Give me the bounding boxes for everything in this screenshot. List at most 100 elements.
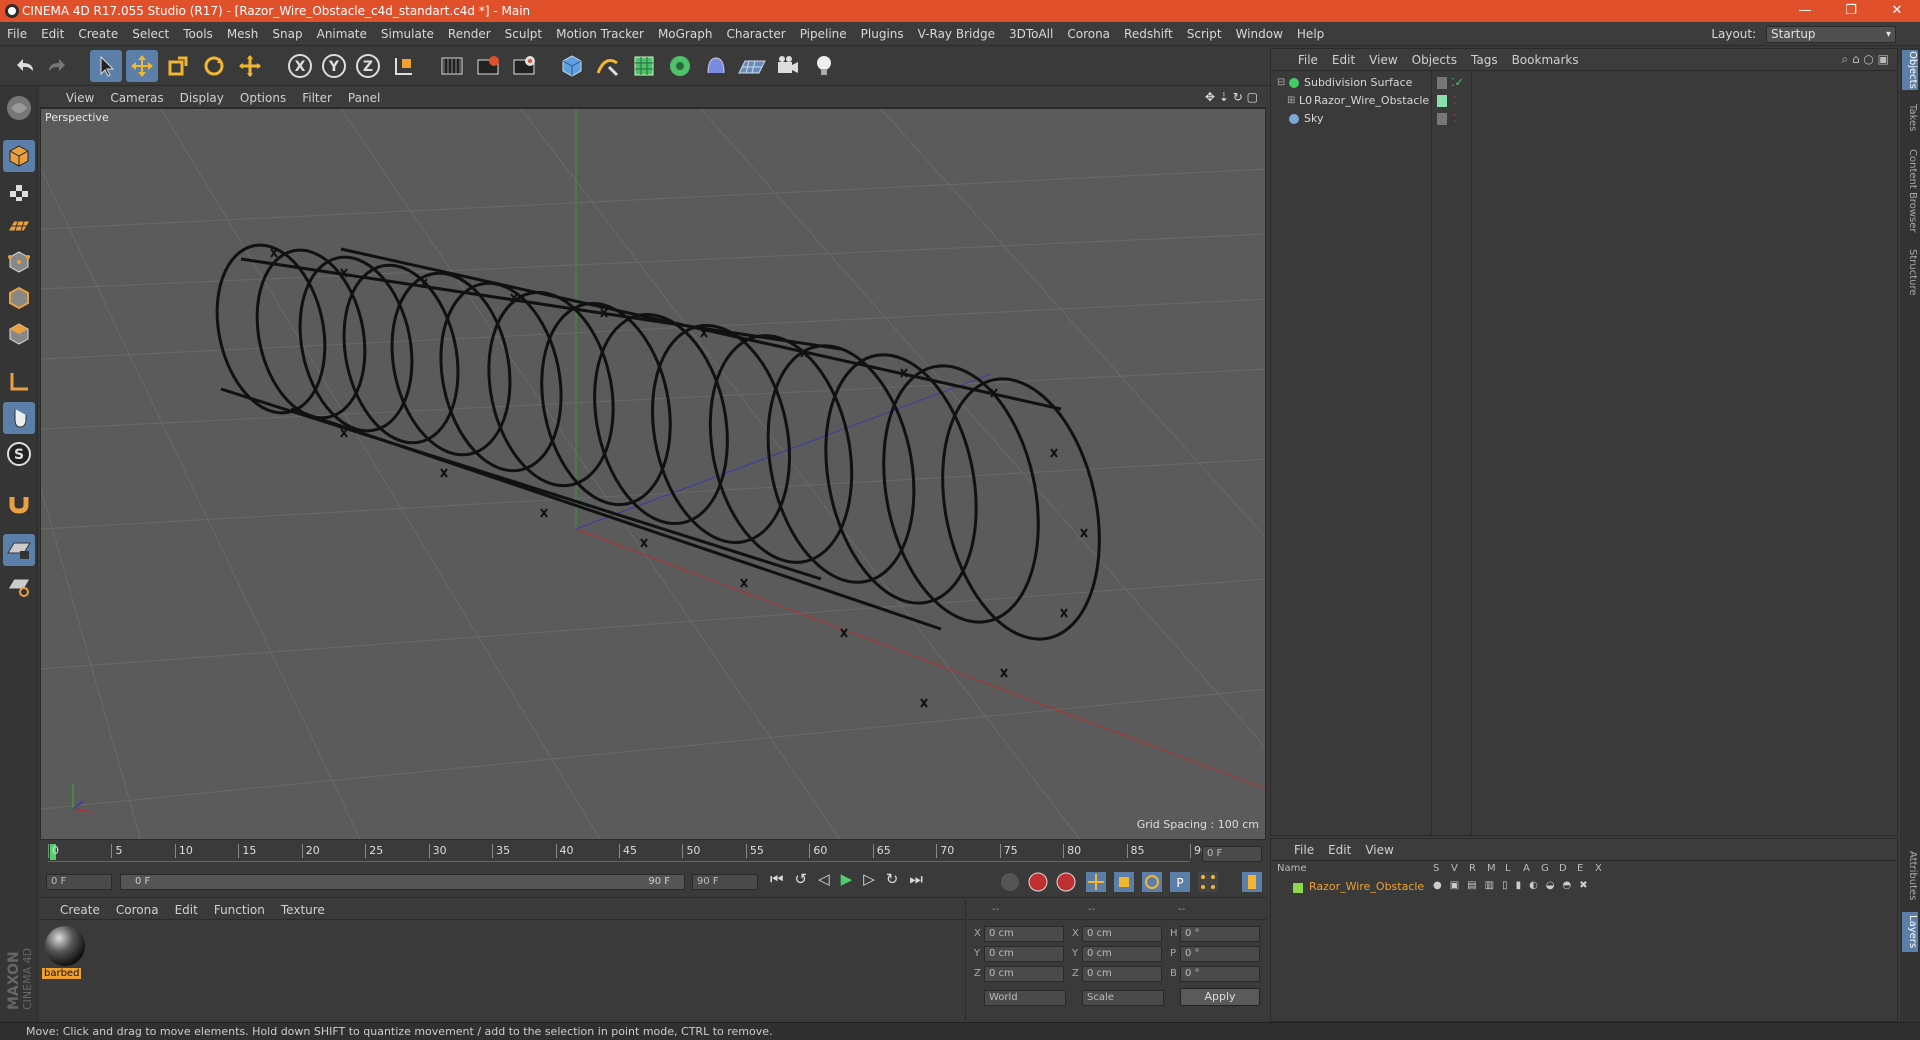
workplane-lock-icon[interactable]	[3, 534, 35, 566]
light-icon[interactable]	[808, 50, 840, 82]
tweak-mode-icon[interactable]	[3, 402, 35, 434]
menu-corona[interactable]: Corona	[1060, 22, 1117, 46]
scale-tool-icon[interactable]	[162, 50, 194, 82]
col-animation[interactable]: A	[1523, 863, 1530, 874]
expand-toggle-icon[interactable]: ⊞	[1287, 91, 1295, 111]
prev-key-icon[interactable]: ↺	[795, 870, 819, 888]
material-menu-texture[interactable]: Texture	[273, 900, 333, 920]
end-frame-field[interactable]: 90 F	[692, 874, 758, 890]
menu-mograph[interactable]: MoGraph	[651, 22, 720, 46]
spline-pen-icon[interactable]	[592, 50, 624, 82]
cube-primitive-icon[interactable]	[556, 50, 588, 82]
menu-edit[interactable]: Edit	[34, 22, 71, 46]
layer-menu-file[interactable]: File	[1287, 839, 1321, 861]
goto-end-icon[interactable]: ⏭	[909, 870, 934, 888]
rot-h-field[interactable]: 0 °	[1180, 926, 1260, 942]
layer-color-icon[interactable]	[1437, 95, 1447, 107]
render-picture-viewer-icon[interactable]	[472, 50, 504, 82]
col-expressions[interactable]: E	[1577, 863, 1583, 874]
visibility-dots-icon[interactable]: ⁚	[1453, 109, 1457, 129]
layer-color-swatch[interactable]	[1293, 883, 1303, 893]
menu-pipeline[interactable]: Pipeline	[793, 22, 854, 46]
menu-vray-bridge[interactable]: V-Ray Bridge	[911, 22, 1002, 46]
object-menu-objects[interactable]: Objects	[1405, 49, 1464, 71]
layout-dropdown[interactable]: Startup	[1766, 26, 1896, 43]
object-menu-tags[interactable]: Tags	[1464, 49, 1505, 71]
layer-row[interactable]: Razor_Wire_Obstacle ●▣▤▥▯▮◐◒◓✖	[1271, 879, 1897, 897]
object-menu-file[interactable]: File	[1291, 49, 1325, 71]
material-menu-edit[interactable]: Edit	[167, 900, 206, 920]
play-icon[interactable]: ▶	[841, 870, 864, 888]
collapse-toggle-icon[interactable]: ⊟	[1277, 73, 1285, 93]
viewport-menu-options[interactable]: Options	[232, 88, 294, 108]
layer-menu-edit[interactable]: Edit	[1321, 839, 1358, 861]
rotate-tool-icon[interactable]	[198, 50, 230, 82]
layer-tag-icon[interactable]	[1437, 77, 1447, 89]
viewport-nav-icons[interactable]: ✥ ⇣ ↻ ▢	[1205, 90, 1258, 104]
menu-create[interactable]: Create	[71, 22, 125, 46]
tab-attributes[interactable]: Attributes	[1902, 846, 1918, 906]
viewport-menu-filter[interactable]: Filter	[294, 88, 340, 108]
col-generators[interactable]: G	[1541, 863, 1549, 874]
autokey-icon[interactable]	[1028, 872, 1048, 892]
object-search-icon[interactable]: ⌕ ⌂ ○ ▣	[1841, 52, 1889, 67]
prev-frame-icon[interactable]: ◁	[818, 870, 841, 888]
points-mode-icon[interactable]	[3, 246, 35, 278]
menu-snap[interactable]: Snap	[265, 22, 309, 46]
cloner-icon[interactable]	[664, 50, 696, 82]
col-solo[interactable]: S	[1433, 863, 1439, 874]
menu-file[interactable]: File	[0, 22, 34, 46]
minimize-button[interactable]: —	[1782, 0, 1828, 22]
menu-help[interactable]: Help	[1290, 22, 1331, 46]
size-z-field[interactable]: 0 cm	[1082, 966, 1162, 982]
menu-mesh[interactable]: Mesh	[220, 22, 266, 46]
coordinate-space-dropdown[interactable]: World	[984, 990, 1066, 1006]
tab-takes[interactable]: Takes	[1902, 100, 1918, 136]
tab-content-browser[interactable]: Content Browser	[1902, 144, 1918, 238]
menu-window[interactable]: Window	[1229, 22, 1290, 46]
col-locked[interactable]: L	[1505, 863, 1511, 874]
pos-z-field[interactable]: 0 cm	[984, 966, 1064, 982]
material-swatch[interactable]: barbed	[42, 924, 88, 982]
snapping-magnet-icon[interactable]	[3, 486, 35, 518]
menu-plugins[interactable]: Plugins	[854, 22, 911, 46]
material-menu-corona[interactable]: Corona	[108, 900, 167, 920]
model-mode-icon[interactable]	[3, 140, 35, 172]
menu-animate[interactable]: Animate	[310, 22, 374, 46]
col-xrefs[interactable]: X	[1595, 863, 1602, 874]
z-axis-lock-icon[interactable]: Z	[352, 50, 384, 82]
viewport-menu-cameras[interactable]: Cameras	[102, 88, 171, 108]
camera-icon[interactable]	[772, 50, 804, 82]
object-row-subdivision[interactable]: ⊟ Subdivision Surface ⁚✓	[1271, 73, 1897, 93]
menu-3dtoall[interactable]: 3DToAll	[1002, 22, 1060, 46]
viewport-camera-label[interactable]: Perspective	[45, 111, 109, 124]
tab-objects[interactable]: Objects	[1902, 50, 1918, 90]
apply-button[interactable]: Apply	[1180, 988, 1260, 1006]
make-editable-icon[interactable]	[3, 92, 35, 124]
polygons-mode-icon[interactable]	[3, 318, 35, 350]
pos-y-field[interactable]: 0 cm	[984, 946, 1064, 962]
viewport-menu-display[interactable]: Display	[172, 88, 232, 108]
close-button[interactable]: ✕	[1874, 0, 1920, 22]
record-disabled-icon[interactable]	[1001, 873, 1019, 891]
solo-mode-icon[interactable]: S	[3, 438, 35, 470]
menu-select[interactable]: Select	[125, 22, 176, 46]
size-mode-dropdown[interactable]: Scale	[1082, 990, 1164, 1006]
start-frame-field[interactable]: 0 F	[46, 874, 112, 890]
planar-workplane-icon[interactable]	[3, 570, 35, 602]
goto-start-icon[interactable]: ⏮	[770, 870, 795, 888]
menu-character[interactable]: Character	[719, 22, 792, 46]
keyframe-selection-icon[interactable]	[1056, 872, 1076, 892]
tab-layers[interactable]: Layers	[1902, 912, 1918, 952]
object-row-sky[interactable]: Sky ⁚	[1271, 109, 1897, 129]
texture-mode-icon[interactable]	[3, 176, 35, 208]
col-deformers[interactable]: D	[1559, 863, 1567, 874]
frame-range-slider[interactable]: 0 F 90 F	[120, 874, 685, 890]
pos-x-field[interactable]: 0 cm	[984, 926, 1064, 942]
material-menu-function[interactable]: Function	[206, 900, 273, 920]
coordinate-system-icon[interactable]	[388, 50, 420, 82]
menu-tools[interactable]: Tools	[176, 22, 220, 46]
menu-motion-tracker[interactable]: Motion Tracker	[549, 22, 651, 46]
rot-b-field[interactable]: 0 °	[1180, 966, 1260, 982]
timeline-ruler[interactable]: 0 5 10 15 20 25 30 35 40 45 50 55 60 65 70 75 80 85 90 0 F	[40, 842, 1266, 866]
